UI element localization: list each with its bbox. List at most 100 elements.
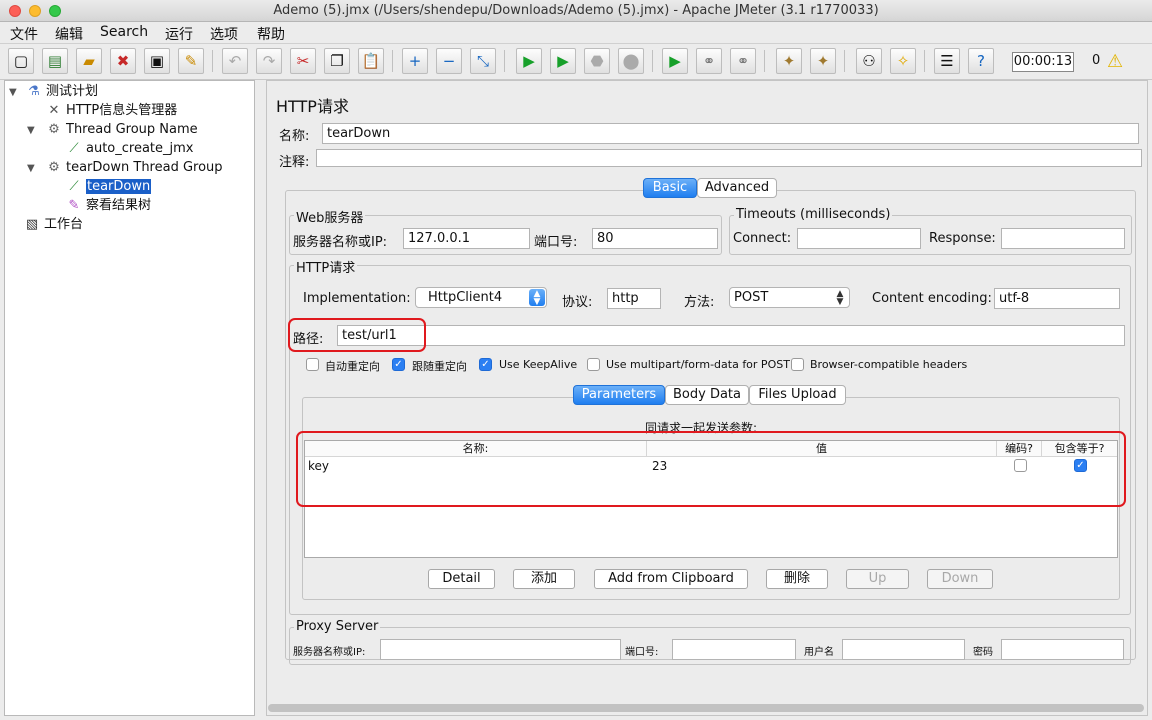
method-select[interactable]: POST ▲ ▼ — [729, 287, 850, 308]
maximize-window-button[interactable] — [49, 5, 61, 17]
expand-toggle-icon[interactable]: ▼ — [27, 125, 35, 136]
horizontal-scrollbar[interactable] — [268, 704, 1144, 712]
split-pane-divider[interactable] — [256, 80, 264, 716]
tab-parameters[interactable]: Parameters — [573, 385, 665, 405]
tree-item-header-manager[interactable]: ✕ HTTP信息头管理器 — [45, 102, 178, 120]
close-file-icon[interactable]: ✖ — [110, 48, 136, 74]
auto-redirect-checkbox[interactable] — [306, 358, 319, 371]
add-button[interactable]: 添加 — [513, 569, 575, 589]
minimize-window-button[interactable] — [29, 5, 41, 17]
window-title: Ademo (5).jmx (/Users/shendepu/Downloads… — [273, 3, 879, 18]
name-field[interactable]: tearDown — [322, 123, 1139, 144]
clear-all-icon[interactable]: ✦ — [810, 48, 836, 74]
toolbar: ▢ ▤ ▰ ✖ ▣ ✎ ↶ ↷ ✂ ❐ 📋 + − ⤡ ▶ ▶ ⬣ ⬤ ▶ ⚭ … — [0, 44, 1152, 80]
port-field[interactable]: 80 — [592, 228, 718, 249]
comment-label: 注释: — [279, 155, 310, 170]
menu-bar: 文件 编辑 Search 运行 选项 帮助 — [0, 22, 1152, 44]
tree-item-test-plan[interactable]: ⚗ 测试计划 — [25, 83, 98, 101]
response-timeout-field[interactable] — [1001, 228, 1125, 249]
tab-body-data[interactable]: Body Data — [665, 385, 749, 405]
content-encoding-field[interactable]: utf-8 — [994, 288, 1120, 309]
start-icon[interactable]: ▶ — [516, 48, 542, 74]
proxy-server-field[interactable] — [380, 639, 621, 660]
test-plan-tree: ▼ ⚗ 测试计划 ✕ HTTP信息头管理器 ▼ ⚙ Thread Group Name… — [4, 80, 255, 716]
toggle-icon[interactable]: ⤡ — [470, 48, 496, 74]
menu-edit[interactable]: 编辑 — [55, 24, 83, 44]
tab-files-upload[interactable]: Files Upload — [749, 385, 846, 405]
delete-button[interactable]: 删除 — [766, 569, 828, 589]
tree-item-thread-group[interactable]: ⚙ Thread Group Name — [45, 121, 197, 139]
clear-icon[interactable]: ✦ — [776, 48, 802, 74]
comment-field[interactable] — [316, 149, 1142, 167]
tree-item-workbench[interactable]: ▧ 工作台 — [23, 216, 83, 234]
proxy-password-field[interactable] — [1001, 639, 1124, 660]
server-field[interactable]: 127.0.0.1 — [403, 228, 530, 249]
save-as-icon[interactable]: ✎ — [178, 48, 204, 74]
tab-basic[interactable]: Basic — [643, 178, 697, 198]
remote-start-icon[interactable]: ▶ — [662, 48, 688, 74]
pipette-icon: ⟋ — [69, 141, 79, 156]
expand-icon[interactable]: + — [402, 48, 428, 74]
menu-run[interactable]: 运行 — [165, 24, 193, 44]
browser-compatible-checkbox[interactable] — [791, 358, 804, 371]
redo-icon[interactable]: ↷ — [256, 48, 282, 74]
reset-search-icon[interactable]: ✧ — [890, 48, 916, 74]
add-from-clipboard-button[interactable]: Add from Clipboard — [594, 569, 748, 589]
save-icon[interactable]: ▣ — [144, 48, 170, 74]
open-icon[interactable]: ▰ — [76, 48, 102, 74]
follow-redirect-checkbox[interactable]: ✓ — [392, 358, 405, 371]
pipette-icon: ⟋ — [69, 179, 79, 194]
panel-title: HTTP请求 — [276, 97, 349, 116]
protocol-label: 协议: — [562, 295, 593, 310]
undo-icon[interactable]: ↶ — [222, 48, 248, 74]
menu-help[interactable]: 帮助 — [257, 24, 285, 44]
tree-item-teardown-thread-group[interactable]: ⚙ tearDown Thread Group — [45, 159, 222, 177]
search-icon[interactable]: ⚇ — [856, 48, 882, 74]
toolbar-separator — [764, 50, 765, 72]
help-icon[interactable]: ? — [968, 48, 994, 74]
path-field[interactable]: test/url1 — [337, 325, 1125, 346]
collapse-icon[interactable]: − — [436, 48, 462, 74]
down-button[interactable]: Down — [927, 569, 993, 589]
multipart-checkbox[interactable] — [587, 358, 600, 371]
stop-icon[interactable]: ⬣ — [584, 48, 610, 74]
copy-icon[interactable]: ❐ — [324, 48, 350, 74]
expand-toggle-icon[interactable]: ▼ — [27, 163, 35, 174]
implementation-select[interactable]: HttpClient4 ▲ ▼ — [415, 287, 547, 308]
close-window-button[interactable] — [9, 5, 21, 17]
tree-item-auto-create-jmx[interactable]: ⟋ auto_create_jmx — [65, 140, 193, 158]
warning-icon[interactable]: ⚠ — [1107, 51, 1123, 72]
gear-icon: ⚙ — [48, 160, 60, 175]
browser-compatible-label: Browser-compatible headers — [810, 358, 968, 371]
proxy-user-field[interactable] — [842, 639, 965, 660]
web-server-title: Web服务器 — [294, 207, 366, 226]
menu-options[interactable]: 选项 — [210, 24, 238, 44]
proxy-password-label: 密码 — [973, 647, 993, 658]
cut-icon[interactable]: ✂ — [290, 48, 316, 74]
detail-button[interactable]: Detail — [428, 569, 495, 589]
flask-icon: ⚗ — [28, 84, 40, 99]
shutdown-icon[interactable]: ⬤ — [618, 48, 644, 74]
tab-advanced[interactable]: Advanced — [697, 178, 777, 198]
tree-item-teardown[interactable]: ⟋ tearDown — [65, 178, 152, 196]
toolbar-separator — [392, 50, 393, 72]
protocol-field[interactable]: http — [607, 288, 661, 309]
new-icon[interactable]: ▢ — [8, 48, 34, 74]
keepalive-checkbox[interactable]: ✓ — [479, 358, 492, 371]
paste-icon[interactable]: 📋 — [358, 48, 384, 74]
connect-timeout-field[interactable] — [797, 228, 921, 249]
expand-toggle-icon[interactable]: ▼ — [9, 87, 17, 98]
proxy-port-field[interactable] — [672, 639, 796, 660]
remote-stop-icon[interactable]: ⚭ — [696, 48, 722, 74]
tree-item-view-results-tree[interactable]: ✎ 察看结果树 — [65, 197, 151, 215]
up-button[interactable]: Up — [846, 569, 909, 589]
auto-redirect-label: 自动重定向 — [325, 360, 380, 373]
start-no-pause-icon[interactable]: ▶ — [550, 48, 576, 74]
menu-file[interactable]: 文件 — [10, 24, 38, 44]
menu-search[interactable]: Search — [100, 24, 148, 40]
follow-redirect-label: 跟随重定向 — [412, 360, 467, 373]
remote-shutdown-icon[interactable]: ⚭ — [730, 48, 756, 74]
function-helper-icon[interactable]: ☰ — [934, 48, 960, 74]
window-titlebar: Ademo (5).jmx (/Users/shendepu/Downloads… — [0, 0, 1152, 22]
templates-icon[interactable]: ▤ — [42, 48, 68, 74]
